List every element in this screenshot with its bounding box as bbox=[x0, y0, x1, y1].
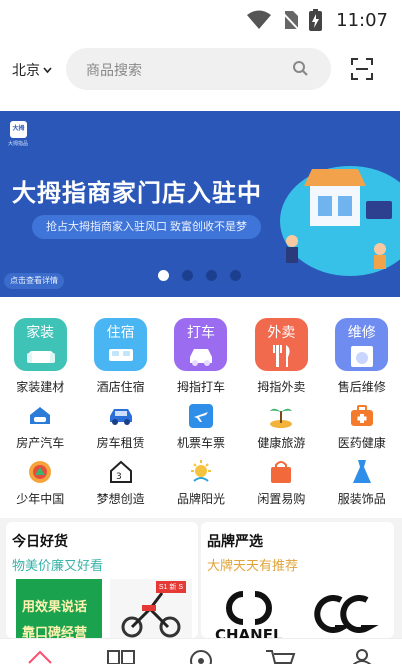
service-row-1: 房产汽车 房车租赁 机票车票 健康旅游 医药健康 bbox=[0, 403, 402, 451]
card-title: 品牌严选 bbox=[207, 533, 263, 549]
category-label: 酒店住宿 bbox=[96, 380, 145, 394]
category-label: 闲置易购 bbox=[257, 492, 306, 506]
category-youth[interactable]: 少年中国 bbox=[0, 459, 80, 507]
category-takeout[interactable]: 外卖 拇指外卖 bbox=[241, 318, 321, 395]
brand-picks-card[interactable]: 品牌严选 大牌天天有推荐 CHANEL bbox=[201, 522, 394, 638]
category-taxi[interactable]: 打车 拇指打车 bbox=[161, 318, 241, 395]
category-label: 机票车票 bbox=[176, 436, 225, 450]
fork-knife-icon: 外卖 bbox=[254, 318, 308, 371]
medical-kit-icon bbox=[349, 403, 375, 429]
wifi-icon bbox=[247, 10, 272, 29]
main-category-row: 家装 家装建材 住宿 酒店住宿 打车 拇指打车 外卖 拇指外卖 维修 售后维修 bbox=[0, 318, 402, 395]
dream-house-icon: 3 bbox=[108, 459, 134, 485]
featured-section: 今日好货 物美价廉又好看 用效果说话 靠口碑经营 S1 新 S 品牌严选 大牌天… bbox=[0, 518, 402, 638]
banner-dot[interactable] bbox=[182, 270, 193, 281]
banner-dot[interactable] bbox=[206, 270, 217, 281]
cart-icon bbox=[266, 650, 296, 664]
product-thumbnail[interactable]: 用效果说话 靠口碑经营 bbox=[16, 579, 102, 638]
category-label: 房产汽车 bbox=[16, 436, 65, 450]
island-icon bbox=[268, 403, 294, 429]
category-label: 健康旅游 bbox=[257, 436, 306, 450]
scan-icon[interactable] bbox=[351, 58, 373, 80]
brand-logo: 大拇指 bbox=[10, 121, 27, 149]
chanel-logo: CHANEL bbox=[215, 591, 283, 638]
category-icon bbox=[106, 650, 135, 664]
home-icon bbox=[28, 650, 52, 664]
svg-text:CHANEL: CHANEL bbox=[215, 626, 283, 638]
category-home-decor[interactable]: 家装 家装建材 bbox=[0, 318, 80, 395]
airplane-icon bbox=[188, 403, 214, 429]
category-car-rental[interactable]: 房车租赁 bbox=[80, 403, 160, 451]
category-label: 少年中国 bbox=[16, 492, 65, 506]
category-tickets[interactable]: 机票车票 bbox=[161, 403, 241, 451]
status-bar: 11:07 bbox=[0, 0, 402, 40]
search-header: 北京 商品搜索 bbox=[0, 48, 402, 90]
card-subtitle: 大牌天天有推荐 bbox=[207, 558, 299, 573]
banner-title: 大拇指商家门店入驻中 bbox=[12, 179, 262, 207]
discover-icon bbox=[189, 650, 212, 664]
category-clothing[interactable]: 服装饰品 bbox=[322, 459, 402, 507]
chevron-down-icon bbox=[43, 66, 52, 73]
sun-icon bbox=[188, 459, 214, 485]
category-repair[interactable]: 维修 售后维修 bbox=[322, 318, 402, 395]
sofa-icon: 家装 bbox=[13, 318, 67, 371]
banner-subtitle: 抢占大拇指商家入驻风口 致富创收不是梦 bbox=[32, 215, 262, 239]
tab-category[interactable] bbox=[80, 639, 160, 664]
category-label: 品牌阳光 bbox=[176, 492, 225, 506]
card-title: 今日好货 bbox=[12, 533, 68, 549]
search-icon[interactable] bbox=[292, 60, 309, 77]
today-deals-card[interactable]: 今日好货 物美价廉又好看 用效果说话 靠口碑经营 S1 新 S bbox=[6, 522, 198, 638]
search-placeholder: 商品搜索 bbox=[86, 62, 142, 78]
city-label: 北京 bbox=[12, 62, 40, 78]
category-label: 医药健康 bbox=[337, 436, 386, 450]
card-subtitle: 物美价廉又好看 bbox=[12, 558, 104, 573]
category-label: 家装建材 bbox=[16, 380, 65, 394]
search-input[interactable]: 商品搜索 bbox=[66, 48, 331, 90]
store-illustration bbox=[280, 166, 400, 276]
profile-icon bbox=[352, 649, 372, 664]
product-tag: S1 新 S bbox=[155, 581, 186, 593]
city-selector[interactable]: 北京 bbox=[12, 60, 52, 80]
bed-icon: 住宿 bbox=[94, 318, 148, 371]
category-property-car[interactable]: 房产汽车 bbox=[0, 403, 80, 451]
tab-home[interactable] bbox=[0, 639, 80, 664]
category-label: 服装饰品 bbox=[337, 492, 386, 506]
banner-dot[interactable] bbox=[158, 270, 169, 281]
banner-dot[interactable] bbox=[230, 270, 241, 281]
clock: 11:07 bbox=[336, 9, 388, 31]
category-label: 拇指外卖 bbox=[257, 380, 306, 394]
washing-machine-icon: 维修 bbox=[335, 318, 389, 371]
svg-text:3: 3 bbox=[116, 472, 122, 482]
taxi-icon: 打车 bbox=[174, 318, 228, 371]
banner-details-button[interactable]: 点击查看详情 bbox=[4, 273, 64, 289]
youth-icon bbox=[27, 459, 53, 485]
brand-logo-sub: 大拇指品 bbox=[8, 141, 29, 147]
car-icon bbox=[108, 403, 134, 429]
category-label: 拇指打车 bbox=[176, 380, 225, 394]
category-label: 售后维修 bbox=[337, 380, 386, 394]
dress-icon bbox=[349, 459, 375, 485]
category-brand-sunshine[interactable]: 品牌阳光 bbox=[161, 459, 241, 507]
category-hotel[interactable]: 住宿 酒店住宿 bbox=[80, 318, 160, 395]
bottom-tab-bar bbox=[0, 638, 402, 664]
tab-discover[interactable] bbox=[161, 639, 241, 664]
banner-pagination[interactable] bbox=[158, 270, 241, 281]
category-second-hand[interactable]: 闲置易购 bbox=[241, 459, 321, 507]
tab-cart[interactable] bbox=[241, 639, 321, 664]
service-row-2: 少年中国 3 梦想创造 品牌阳光 闲置易购 服装饰品 bbox=[0, 459, 402, 507]
category-label: 房车租赁 bbox=[96, 436, 145, 450]
battery-icon bbox=[309, 9, 323, 31]
shopping-bag-icon bbox=[268, 459, 294, 485]
no-sim-icon bbox=[281, 11, 299, 30]
house-car-icon bbox=[27, 403, 53, 429]
product-thumbnail[interactable]: S1 新 S bbox=[110, 579, 192, 638]
gucci-logo bbox=[314, 595, 369, 633]
category-medical[interactable]: 医药健康 bbox=[322, 403, 402, 451]
category-label: 梦想创造 bbox=[96, 492, 145, 506]
tab-profile[interactable] bbox=[322, 639, 402, 664]
category-dream[interactable]: 3 梦想创造 bbox=[80, 459, 160, 507]
category-health-travel[interactable]: 健康旅游 bbox=[241, 403, 321, 451]
promo-banner[interactable]: 大拇指 大拇指品 大拇指商家门店入驻中 抢占大拇指商家入驻风口 致富创收不是梦 … bbox=[0, 111, 400, 297]
